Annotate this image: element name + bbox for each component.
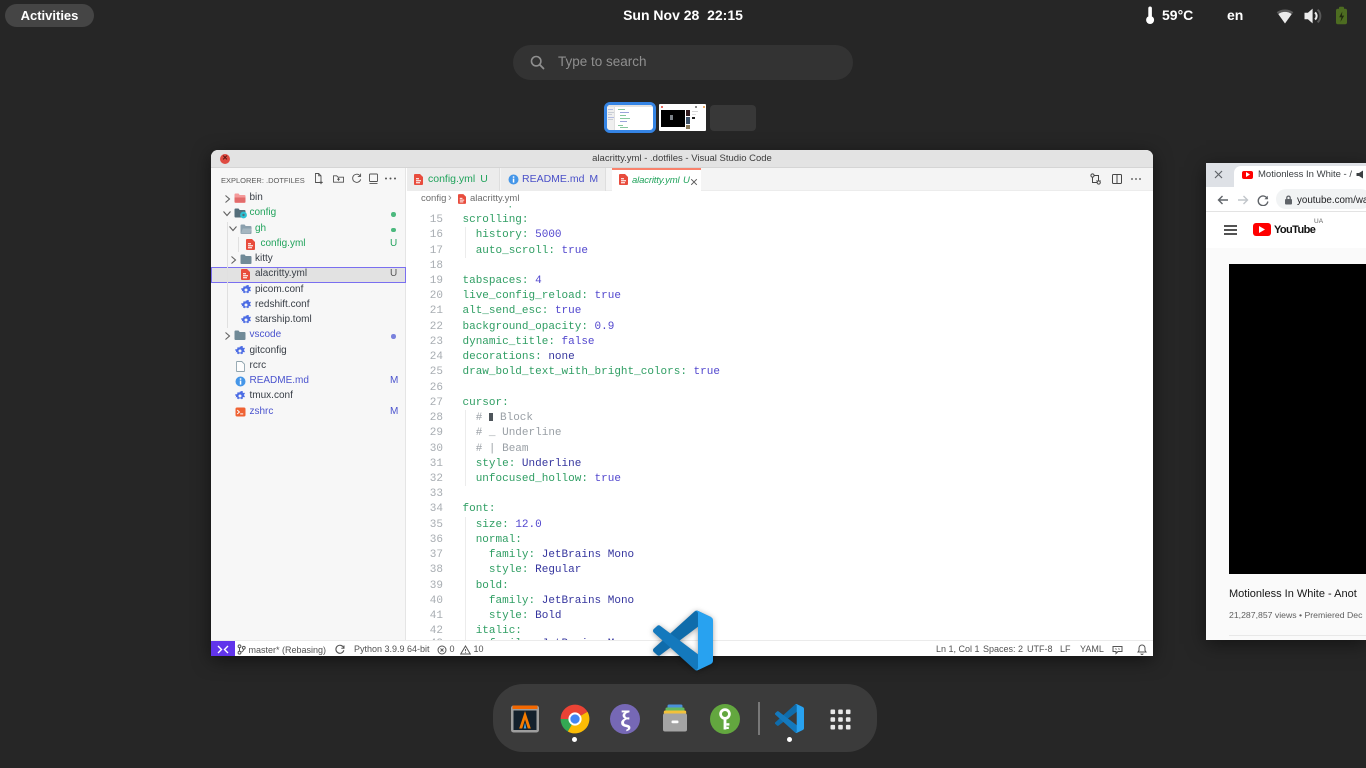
svg-text:ξ: ξ [620,707,630,732]
